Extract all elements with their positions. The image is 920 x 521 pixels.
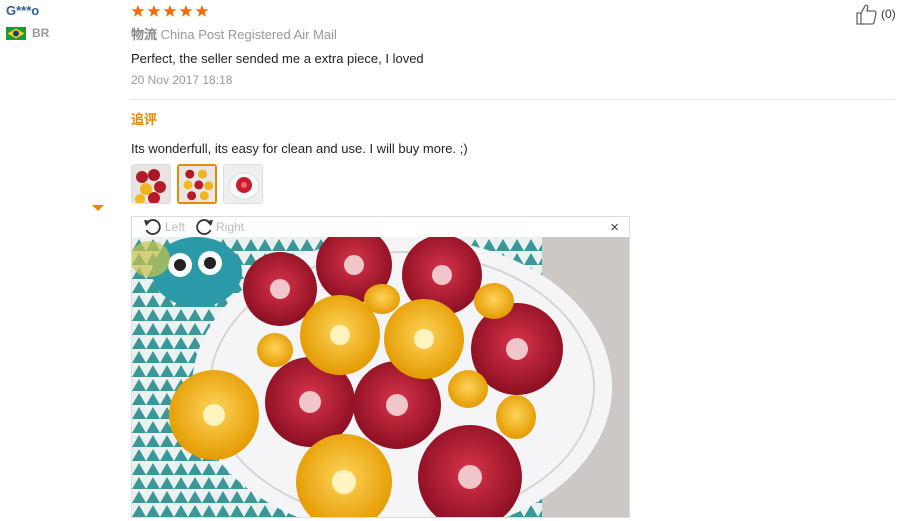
rotate-right-label: Right [216,220,245,234]
rotate-right-icon [196,219,214,235]
logistics-label: 物流 [131,27,158,42]
star-icon [163,4,177,17]
thumbnail-1[interactable] [131,164,171,204]
divider [131,99,895,100]
viewer-toolbar: Left Right [132,217,629,237]
star-icon [179,4,193,17]
star-rating [131,2,895,20]
rotate-left-button[interactable]: Left [142,217,185,237]
star-icon [147,4,161,17]
reviewer-country: BR [6,26,126,40]
star-icon [131,4,145,17]
thumbnail-3[interactable] [223,164,263,204]
reviewer-info: G***o BR [6,2,126,40]
review-date: 20 Nov 2017 18:18 [131,73,233,87]
brazil-flag-icon [6,26,26,40]
logistics-value: China Post Registered Air Mail [160,27,337,42]
followup-label: 追评 [131,112,158,127]
country-code: BR [32,26,50,40]
photo-viewer: Left Right × [131,216,630,518]
selected-thumbnail-pointer [92,205,104,211]
rotate-left-icon [144,219,161,235]
review-photo [132,237,629,517]
rotate-right-button[interactable]: Right [193,217,244,237]
rotate-left-label: Left [165,220,186,234]
close-icon[interactable]: × [610,220,619,236]
review-body: 物流 China Post Registered Air Mail Perfec… [131,2,895,204]
followup-text: Its wonderfull, its easy for clean and u… [131,141,468,156]
photo-thumbnails [131,164,895,204]
logistics-info: 物流 China Post Registered Air Mail [131,26,895,43]
star-icon [195,4,209,17]
thumbnail-2-selected[interactable] [177,164,217,204]
review-text: Perfect, the seller sended me a extra pi… [131,51,424,66]
reviewer-name: G***o [6,3,40,18]
